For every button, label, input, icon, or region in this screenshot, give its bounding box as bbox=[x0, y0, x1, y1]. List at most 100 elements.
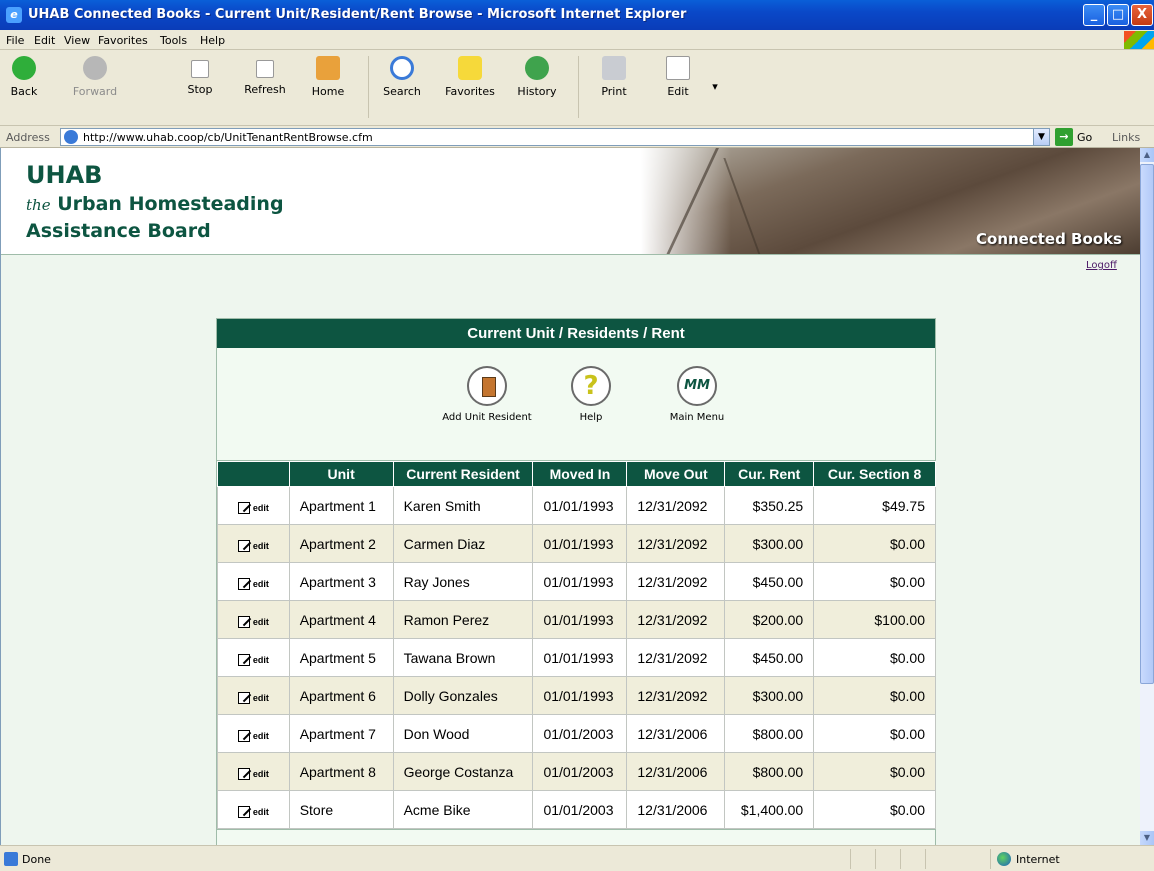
favorites-label: Favorites bbox=[445, 85, 495, 98]
moved-in-cell: 01/01/1993 bbox=[532, 562, 628, 601]
edit-button[interactable]: edit bbox=[237, 691, 269, 704]
rent-cell: $450.00 bbox=[724, 638, 815, 677]
history-button[interactable]: History bbox=[512, 56, 562, 98]
status-text: Done bbox=[22, 853, 51, 866]
edit-button[interactable]: edit bbox=[237, 729, 269, 742]
unit-cell: Apartment 8 bbox=[288, 752, 394, 791]
vertical-scrollbar[interactable]: ▲ ▼ bbox=[1140, 148, 1154, 845]
col-rent-header[interactable]: Cur. Rent bbox=[724, 461, 815, 487]
links-button[interactable]: Links bbox=[1112, 131, 1140, 144]
col-move-out-header[interactable]: Move Out bbox=[626, 461, 726, 487]
favorites-button[interactable]: Favorites bbox=[440, 56, 500, 98]
unit-cell: Apartment 7 bbox=[288, 714, 394, 753]
edit-cell[interactable]: edit bbox=[217, 790, 290, 829]
window-title: UHAB Connected Books - Current Unit/Resi… bbox=[28, 7, 687, 22]
col-moved-in-header[interactable]: Moved In bbox=[532, 461, 628, 487]
history-label: History bbox=[517, 85, 557, 98]
edit-cell[interactable]: edit bbox=[217, 714, 290, 753]
edit-button[interactable]: edit bbox=[237, 653, 269, 666]
edit-button[interactable]: Edit bbox=[656, 56, 700, 98]
edit-button[interactable]: edit bbox=[237, 539, 269, 552]
help-button[interactable]: ? Help bbox=[531, 366, 651, 423]
address-dropdown-icon[interactable]: ▼ bbox=[1033, 129, 1049, 145]
search-icon bbox=[390, 56, 414, 80]
edit-button[interactable]: edit bbox=[237, 615, 269, 628]
table-row: edit Apartment 2 Carmen Diaz 01/01/1993 12/3… bbox=[217, 524, 936, 563]
page-viewport: UHAB the Urban Homesteading Assistance B… bbox=[0, 148, 1140, 845]
address-input[interactable]: http://www.uhab.coop/cb/UnitTenantRentBr… bbox=[60, 128, 1050, 146]
move-out-cell: 12/31/2006 bbox=[626, 752, 726, 791]
edit-button[interactable]: edit bbox=[237, 577, 269, 590]
browser-window: e UHAB Connected Books - Current Unit/Re… bbox=[0, 0, 1154, 871]
table-header-row: Unit Current Resident Moved In Move Out … bbox=[217, 461, 936, 487]
edit-button[interactable]: edit bbox=[237, 501, 269, 514]
favorites-star-icon bbox=[458, 56, 482, 80]
move-out-cell: 12/31/2092 bbox=[626, 600, 726, 639]
add-unit-resident-button[interactable]: Add Unit Resident bbox=[427, 366, 547, 423]
rent-cell: $450.00 bbox=[724, 562, 815, 601]
edit-cell[interactable]: edit bbox=[217, 638, 290, 677]
unit-cell: Apartment 2 bbox=[288, 524, 394, 563]
edit-dropdown-arrow-icon[interactable]: ▾ bbox=[710, 80, 720, 93]
door-shape bbox=[482, 377, 496, 397]
close-button[interactable]: X bbox=[1131, 4, 1153, 26]
menu-favorites[interactable]: Favorites bbox=[98, 34, 148, 47]
edit-cell[interactable]: edit bbox=[217, 600, 290, 639]
internet-globe-icon bbox=[997, 852, 1011, 866]
scroll-up-icon[interactable]: ▲ bbox=[1140, 148, 1154, 162]
col-resident-header[interactable]: Current Resident bbox=[392, 461, 534, 487]
edit-cell[interactable]: edit bbox=[217, 486, 290, 525]
word-doc-icon bbox=[666, 56, 690, 80]
moved-in-cell: 01/01/1993 bbox=[532, 486, 628, 525]
logoff-link[interactable]: Logoff bbox=[1086, 260, 1117, 271]
menu-view[interactable]: View bbox=[64, 34, 90, 47]
refresh-label: Refresh bbox=[244, 83, 286, 96]
toolbar-separator bbox=[368, 56, 369, 118]
edit-button[interactable]: edit bbox=[237, 805, 269, 818]
menu-tools[interactable]: Tools bbox=[160, 34, 187, 47]
forward-arrow-icon bbox=[83, 56, 107, 80]
col-section8-header[interactable]: Cur. Section 8 bbox=[813, 461, 936, 487]
resident-cell: Carmen Diaz bbox=[392, 524, 534, 563]
edit-cell[interactable]: edit bbox=[217, 524, 290, 563]
stop-icon bbox=[191, 60, 209, 78]
printer-icon bbox=[602, 56, 626, 80]
maximize-button[interactable]: □ bbox=[1107, 4, 1129, 26]
scroll-down-icon[interactable]: ▼ bbox=[1140, 831, 1154, 845]
rent-cell: $1,400.00 bbox=[724, 790, 815, 829]
forward-button[interactable]: Forward bbox=[70, 56, 120, 98]
minimize-button[interactable]: _ bbox=[1083, 4, 1105, 26]
back-arrow-icon bbox=[12, 56, 36, 80]
menu-help[interactable]: Help bbox=[200, 34, 225, 47]
main-menu-glyph: MM bbox=[684, 378, 710, 393]
unit-cell: Apartment 5 bbox=[288, 638, 394, 677]
edit-cell[interactable]: edit bbox=[217, 752, 290, 791]
refresh-button[interactable]: Refresh bbox=[240, 56, 290, 96]
section8-cell: $0.00 bbox=[813, 562, 936, 601]
moved-in-cell: 01/01/1993 bbox=[532, 524, 628, 563]
main-menu-button[interactable]: MM Main Menu bbox=[637, 366, 757, 423]
edit-button[interactable]: edit bbox=[237, 767, 269, 780]
edit-label: edit bbox=[252, 540, 269, 551]
unit-cell: Apartment 1 bbox=[288, 486, 394, 525]
menu-edit[interactable]: Edit bbox=[34, 34, 55, 47]
address-label: Address bbox=[6, 131, 50, 144]
edit-cell[interactable]: edit bbox=[217, 676, 290, 715]
col-unit-header[interactable]: Unit bbox=[288, 461, 394, 487]
edit-cell[interactable]: edit bbox=[217, 562, 290, 601]
scroll-thumb[interactable] bbox=[1140, 164, 1154, 684]
stop-button[interactable]: Stop bbox=[180, 56, 220, 96]
go-button[interactable]: → Go bbox=[1055, 128, 1107, 146]
page-done-icon bbox=[4, 852, 18, 866]
print-button[interactable]: Print bbox=[592, 56, 636, 98]
menu-file[interactable]: File bbox=[6, 34, 24, 47]
back-button[interactable]: Back bbox=[6, 56, 42, 98]
edit-label: edit bbox=[252, 692, 269, 703]
home-button[interactable]: Home bbox=[306, 56, 350, 98]
move-out-cell: 12/31/2092 bbox=[626, 486, 726, 525]
table-row: edit Apartment 8 George Costanza 01/01/2003… bbox=[217, 752, 936, 791]
unit-cell: Store bbox=[288, 790, 394, 829]
move-out-cell: 12/31/2006 bbox=[626, 714, 726, 753]
print-label: Print bbox=[601, 85, 627, 98]
search-button[interactable]: Search bbox=[380, 56, 424, 98]
